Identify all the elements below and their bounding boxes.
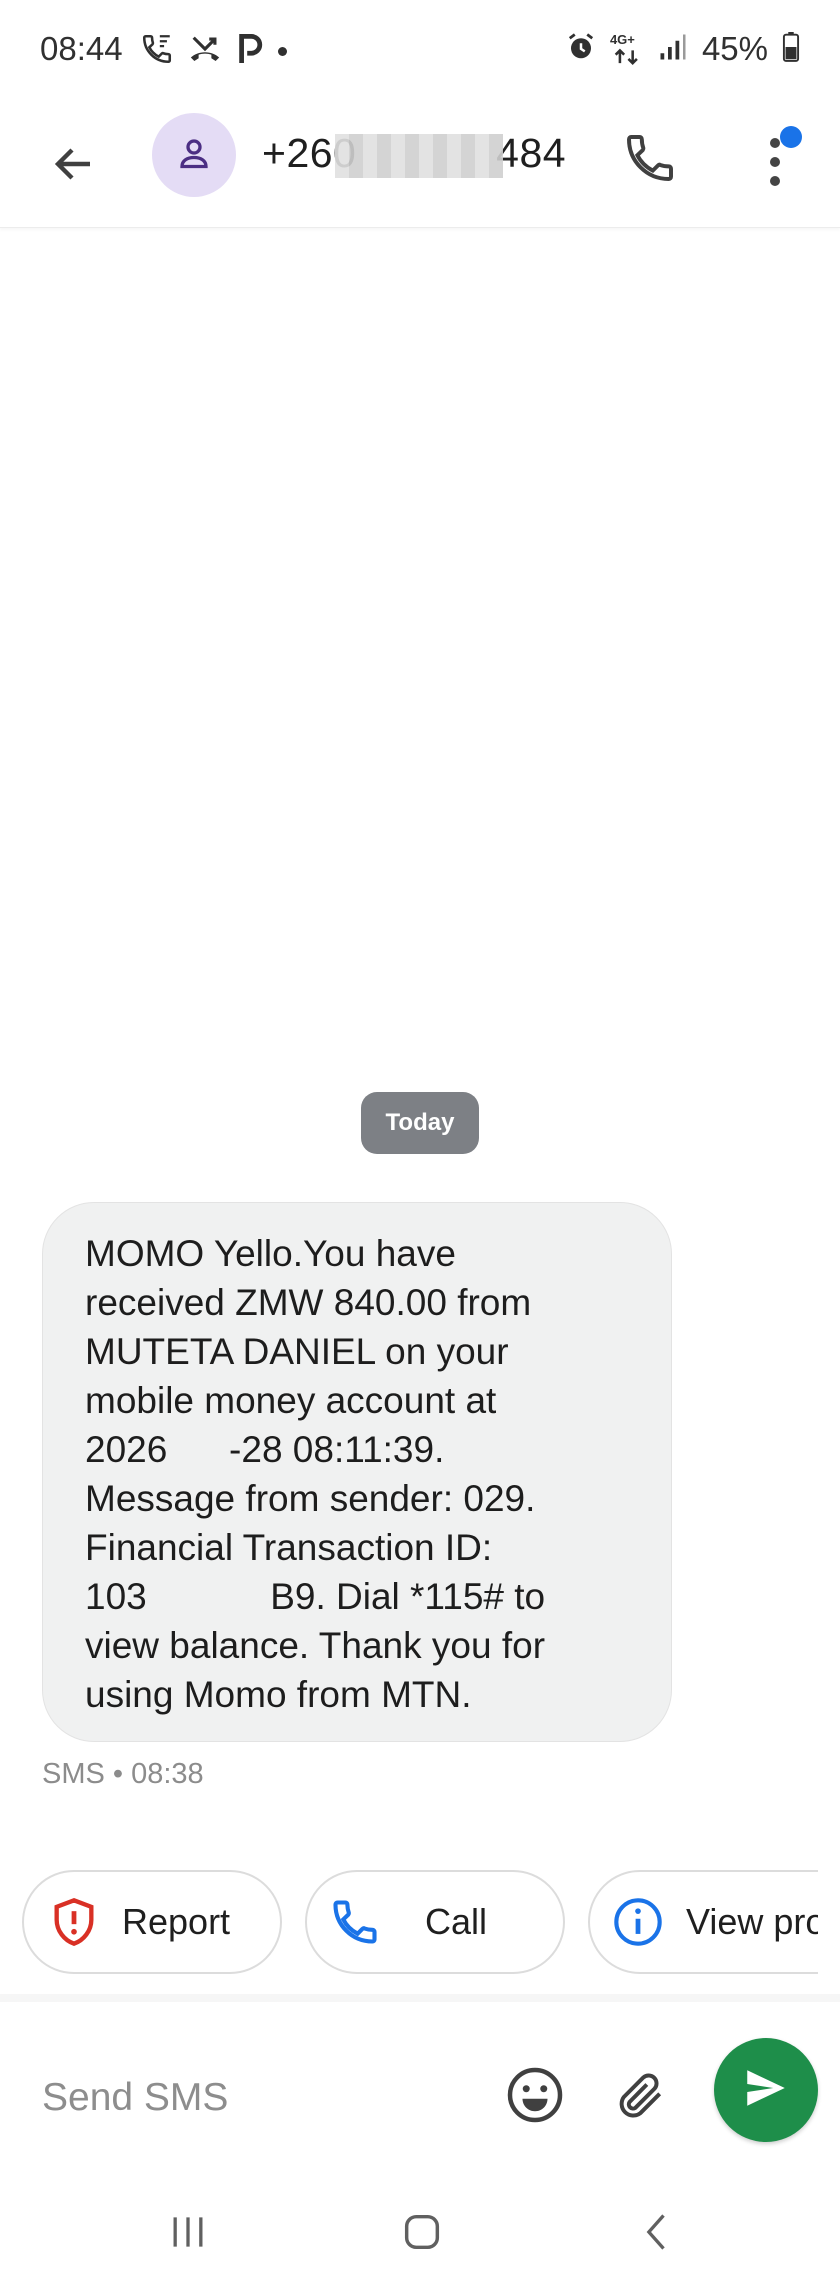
report-chip-label: Report — [122, 1901, 231, 1942]
nav-back-button[interactable] — [618, 2204, 698, 2264]
back-button[interactable] — [40, 132, 108, 200]
wifi-calling-icon — [140, 32, 174, 71]
compose-bar — [0, 2002, 840, 2180]
back-icon — [636, 2210, 680, 2259]
notification-badge — [780, 126, 802, 148]
parking-icon — [236, 32, 264, 71]
status-time: 08:44 — [40, 30, 123, 67]
recents-icon — [166, 2210, 210, 2259]
suggestion-chips: Report Call View pro — [22, 1870, 818, 1974]
compose-divider — [0, 1994, 840, 2002]
call-chip-label: Call — [425, 1901, 488, 1942]
more-options-button[interactable] — [760, 124, 802, 200]
date-divider: Today — [361, 1092, 479, 1154]
battery-icon — [782, 31, 800, 67]
attach-button[interactable] — [606, 2062, 676, 2132]
missed-call-icon — [188, 32, 222, 71]
message-text: MOMO Yello.You have received ZMW 840.00 … — [85, 1233, 546, 1715]
view-profile-chip[interactable]: View pro — [588, 1870, 818, 1974]
paperclip-icon — [613, 2067, 669, 2128]
status-icons-right: 4G+ 45% — [566, 30, 800, 68]
system-nav-bar — [0, 2180, 840, 2289]
call-chip[interactable]: Call — [305, 1870, 565, 1974]
emoji-button[interactable] — [500, 2062, 570, 2132]
home-button[interactable] — [382, 2204, 462, 2264]
phone-icon — [329, 1896, 381, 1948]
contact-avatar[interactable] — [152, 113, 236, 197]
report-chip[interactable]: Report — [22, 1870, 282, 1974]
status-bar: 08:44 4G+ 45% — [0, 0, 840, 104]
recents-button[interactable] — [148, 2204, 228, 2264]
network-4g-icon: 4G+ — [610, 32, 644, 66]
conversation-header: +260 484 — [0, 104, 840, 228]
redaction-mask — [335, 134, 503, 178]
send-button[interactable] — [714, 2038, 818, 2142]
status-icons-left — [140, 32, 287, 71]
emoji-icon — [505, 2065, 565, 2130]
signal-icon — [658, 32, 688, 67]
shield-alert-icon — [48, 1896, 100, 1948]
call-button[interactable] — [616, 126, 684, 194]
send-icon — [741, 2063, 791, 2118]
battery-percent: 45% — [701, 30, 768, 67]
message-bubble[interactable]: MOMO Yello.You have received ZMW 840.00 … — [42, 1202, 672, 1742]
alarm-icon — [566, 32, 596, 67]
message-meta: SMS • 08:38 — [42, 1758, 204, 1790]
arrow-back-icon — [50, 140, 98, 193]
notification-more-dot — [278, 47, 287, 56]
person-icon — [176, 135, 212, 176]
info-icon — [612, 1896, 664, 1948]
message-input[interactable] — [42, 2072, 482, 2124]
view-profile-chip-label: View pro — [686, 1901, 818, 1942]
home-icon — [399, 2209, 445, 2260]
phone-icon — [622, 130, 678, 191]
